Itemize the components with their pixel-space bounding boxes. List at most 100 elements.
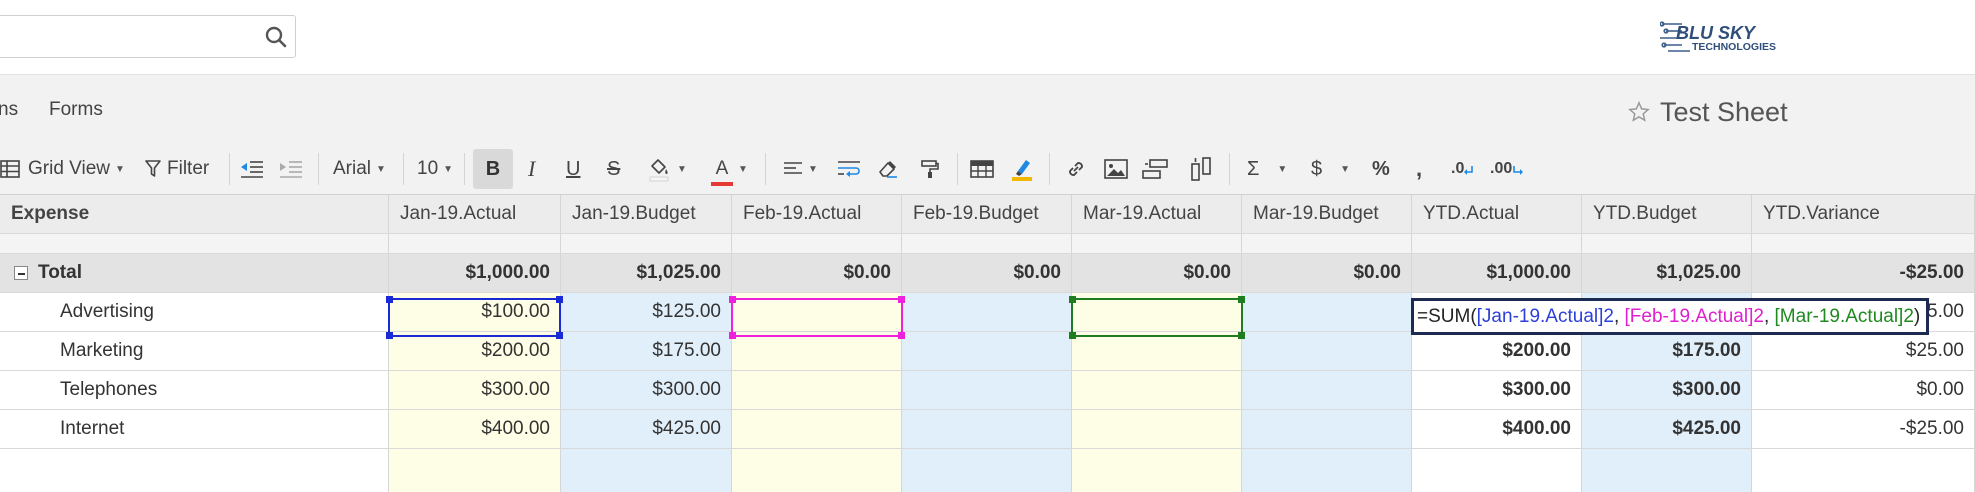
column-header[interactable]: YTD.Budget — [1582, 195, 1752, 233]
column-header[interactable]: YTD.Actual — [1412, 195, 1582, 233]
resize-handle[interactable] — [729, 332, 736, 339]
grid-cell[interactable] — [902, 449, 1072, 492]
row-label[interactable]: Marketing — [0, 332, 389, 370]
grid-cell[interactable] — [561, 449, 732, 492]
grid-cell[interactable]: $300.00 — [389, 371, 561, 409]
grid-cell[interactable]: $0.00 — [902, 254, 1072, 292]
grid-cell[interactable] — [1242, 332, 1412, 370]
grid-cell[interactable]: $125.00 — [561, 293, 732, 331]
grid-cell[interactable]: $300.00 — [1582, 371, 1752, 409]
row-label[interactable]: Internet — [0, 410, 389, 448]
resize-handle[interactable] — [1238, 296, 1245, 303]
grid-cell[interactable] — [1412, 234, 1582, 253]
grid-cell[interactable] — [1752, 234, 1975, 253]
grid-cell[interactable] — [1582, 449, 1752, 492]
clear-format-button[interactable] — [877, 143, 899, 195]
column-header[interactable]: Feb-19.Actual — [732, 195, 902, 233]
grid-cell[interactable] — [902, 410, 1072, 448]
grid-cell[interactable]: $400.00 — [1412, 410, 1582, 448]
grid-cell[interactable] — [732, 332, 902, 370]
font-color-button[interactable]: A ▼ — [711, 143, 748, 195]
column-header-expense[interactable]: Expense — [0, 195, 389, 233]
grid-cell[interactable] — [1072, 234, 1242, 253]
nav-item-forms-partial[interactable]: ns — [0, 99, 18, 121]
resize-handle[interactable] — [386, 296, 393, 303]
column-header[interactable]: Mar-19.Budget — [1242, 195, 1412, 233]
grid-cell[interactable] — [902, 371, 1072, 409]
grid-cell[interactable]: $1,025.00 — [1582, 254, 1752, 292]
grid-cell[interactable] — [732, 410, 902, 448]
resize-handle[interactable] — [1238, 332, 1245, 339]
grid-cell[interactable] — [561, 234, 732, 253]
column-header[interactable]: Feb-19.Budget — [902, 195, 1072, 233]
resize-handle[interactable] — [898, 296, 905, 303]
grid-cell[interactable] — [1072, 449, 1242, 492]
resize-handle[interactable] — [1069, 296, 1076, 303]
grid-cell[interactable]: $400.00 — [389, 410, 561, 448]
bold-button[interactable]: B — [473, 149, 513, 189]
grid-cell[interactable] — [902, 293, 1072, 331]
font-family-dropdown[interactable]: Arial ▼ — [333, 143, 386, 195]
star-icon[interactable] — [1628, 101, 1650, 123]
wrap-text-button[interactable] — [837, 143, 861, 195]
grid-cell[interactable] — [1242, 449, 1412, 492]
currency-dropdown[interactable]: $ ▼ — [1311, 143, 1350, 195]
font-size-dropdown[interactable]: 10 ▼ — [417, 143, 453, 195]
grid-cell[interactable]: $175.00 — [561, 332, 732, 370]
resize-handle[interactable] — [729, 296, 736, 303]
grid-cell[interactable] — [1752, 449, 1975, 492]
grid-cell[interactable]: $425.00 — [561, 410, 732, 448]
grid-cell[interactable]: $300.00 — [1412, 371, 1582, 409]
row-label[interactable]: Advertising — [0, 293, 389, 331]
filter-button[interactable]: Filter — [145, 143, 209, 195]
grid-cell[interactable]: $1,000.00 — [389, 254, 561, 292]
grid-cell[interactable] — [389, 234, 561, 253]
grid-cell[interactable] — [1242, 410, 1412, 448]
column-header[interactable]: Mar-19.Actual — [1072, 195, 1242, 233]
grid-cell[interactable]: $200.00 — [1412, 332, 1582, 370]
percent-button[interactable]: % — [1372, 143, 1390, 195]
nav-item-forms[interactable]: Forms — [49, 99, 103, 121]
comma-style-button[interactable]: , — [1416, 143, 1422, 195]
resize-handle[interactable] — [556, 332, 563, 339]
outdent-button[interactable] — [240, 143, 264, 195]
grid-cell[interactable]: $0.00 — [1752, 371, 1975, 409]
grid-cell[interactable]: $175.00 — [1582, 332, 1752, 370]
grid-cell[interactable] — [1582, 234, 1752, 253]
indent-button[interactable] — [279, 143, 303, 195]
insert-row-button[interactable] — [1142, 143, 1168, 195]
grid-cell[interactable] — [1412, 449, 1582, 492]
resize-handle[interactable] — [898, 332, 905, 339]
fill-color-button[interactable]: ▼ — [646, 143, 687, 195]
grid-cell[interactable] — [0, 449, 389, 492]
resize-handle[interactable] — [1069, 332, 1076, 339]
grid-cell[interactable] — [1242, 293, 1412, 331]
sum-dropdown[interactable]: Σ ▼ — [1247, 143, 1287, 195]
grid-cell[interactable] — [902, 332, 1072, 370]
grid-cell[interactable] — [1072, 410, 1242, 448]
grid-cell[interactable] — [732, 234, 902, 253]
row-label[interactable]: Telephones — [0, 371, 389, 409]
grid-cell[interactable]: $1,025.00 — [561, 254, 732, 292]
strikethrough-button[interactable]: S — [607, 143, 620, 195]
grid-cell[interactable]: -$25.00 — [1752, 254, 1975, 292]
row-label-total[interactable]: Total — [0, 254, 389, 292]
insert-link-button[interactable] — [1065, 143, 1087, 195]
grid-cell[interactable]: $0.00 — [732, 254, 902, 292]
grid-cell[interactable] — [1242, 371, 1412, 409]
grid-cell[interactable]: $200.00 — [389, 332, 561, 370]
grid-cell[interactable] — [1072, 332, 1242, 370]
insert-column-button[interactable] — [1190, 143, 1212, 195]
resize-handle[interactable] — [386, 332, 393, 339]
grid-cell[interactable] — [732, 371, 902, 409]
column-header[interactable]: YTD.Variance — [1752, 195, 1975, 233]
insert-table-button[interactable] — [970, 143, 994, 195]
resize-handle[interactable] — [556, 296, 563, 303]
grid-cell[interactable]: $1,000.00 — [1412, 254, 1582, 292]
align-dropdown[interactable]: ▼ — [783, 143, 818, 195]
grid-cell[interactable] — [0, 234, 389, 253]
grid-cell[interactable]: $0.00 — [1072, 254, 1242, 292]
grid-cell[interactable]: $425.00 — [1582, 410, 1752, 448]
column-header[interactable]: Jan-19.Budget — [561, 195, 732, 233]
grid-cell[interactable] — [1072, 371, 1242, 409]
